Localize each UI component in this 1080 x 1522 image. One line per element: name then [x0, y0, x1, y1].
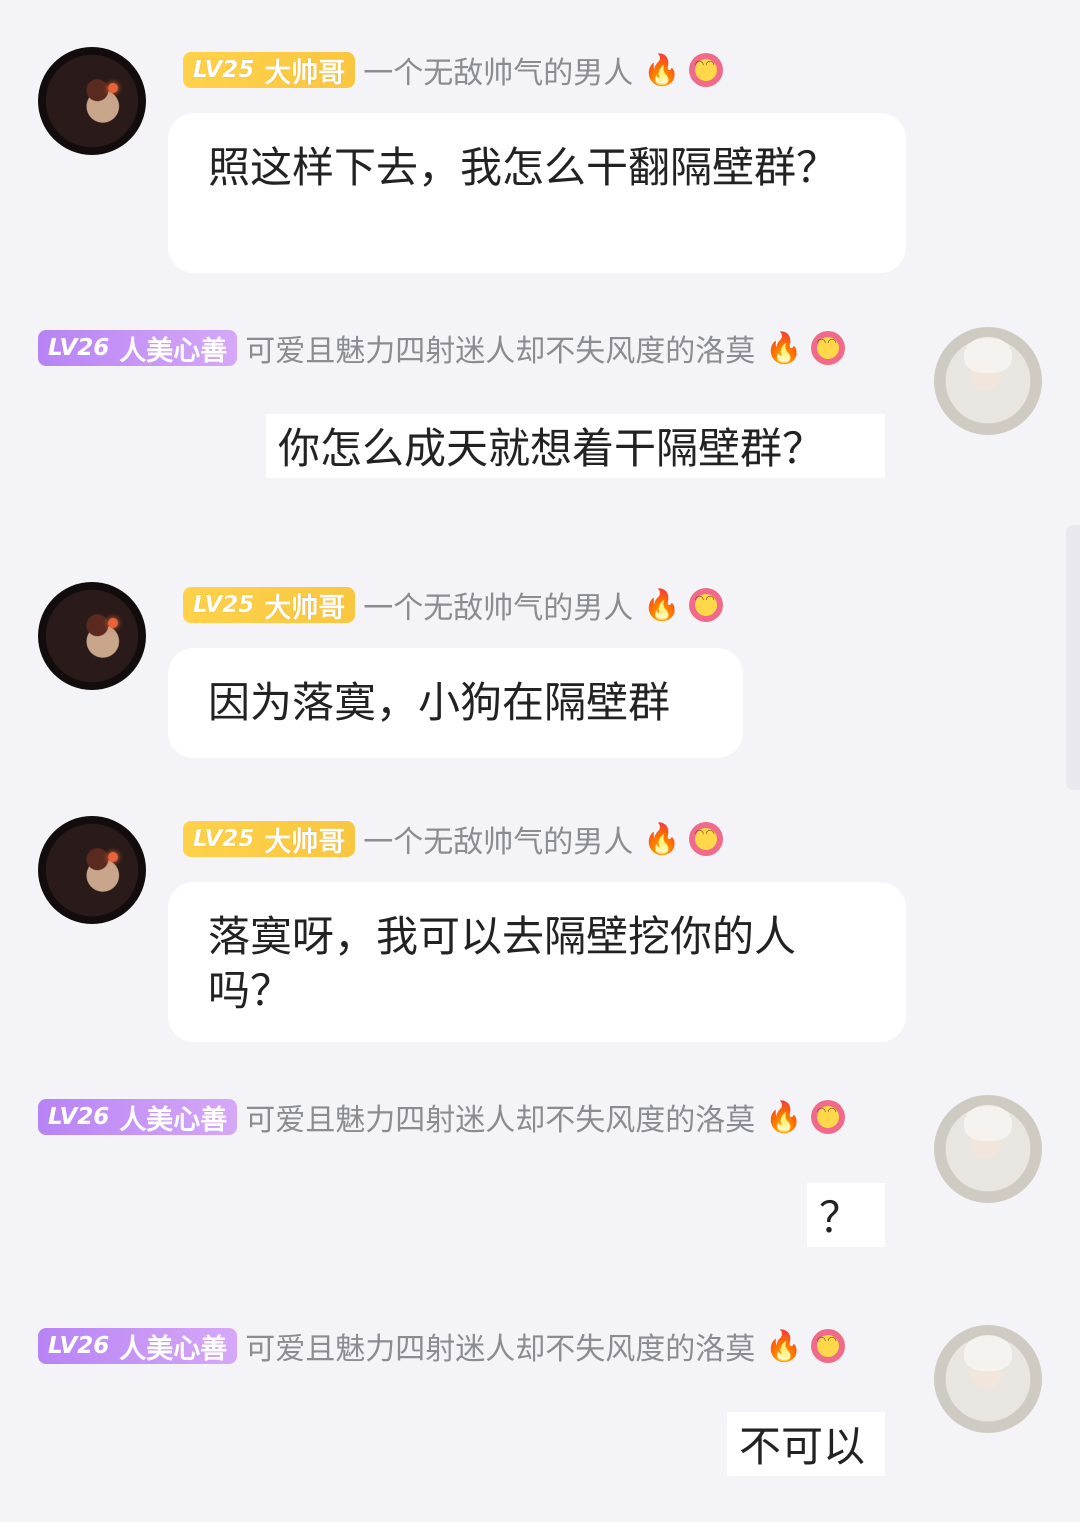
- flower-icon: [688, 53, 723, 87]
- avatar[interactable]: [934, 1095, 1042, 1203]
- avatar[interactable]: [38, 47, 146, 155]
- fire-icon: 🔥: [643, 821, 681, 857]
- message-bubble[interactable]: ？: [807, 1183, 885, 1247]
- sender-meta: LV25 大帅哥 一个无敌帅气的男人 🔥: [183, 583, 723, 627]
- avatar[interactable]: [38, 582, 146, 690]
- fire-icon: 🔥: [765, 330, 803, 366]
- fire-icon: 🔥: [643, 587, 681, 623]
- sender-nickname[interactable]: 可爱且魅力四射迷人却不失风度的洛莫: [245, 326, 755, 370]
- sender-meta: LV25 大帅哥 一个无敌帅气的男人 🔥: [183, 48, 723, 92]
- sender-nickname[interactable]: 一个无敌帅气的男人: [363, 817, 633, 861]
- level-badge: LV25 大帅哥: [183, 821, 356, 858]
- flower-icon: [688, 822, 723, 856]
- flower-icon: [810, 1100, 845, 1134]
- level-badge: LV26 人美心善: [38, 330, 238, 367]
- message-bubble[interactable]: 你怎么成天就想着干隔壁群？: [266, 414, 885, 478]
- sender-nickname[interactable]: 可爱且魅力四射迷人却不失风度的洛莫: [245, 1095, 755, 1139]
- level-badge: LV25 大帅哥: [183, 52, 356, 89]
- fire-icon: 🔥: [643, 52, 681, 88]
- flower-icon: [688, 588, 723, 622]
- level-badge: LV25 大帅哥: [183, 587, 356, 624]
- message-bubble[interactable]: 因为落寞，小狗在隔壁群: [168, 648, 743, 758]
- avatar[interactable]: [934, 1325, 1042, 1433]
- sender-meta: LV26 人美心善 可爱且魅力四射迷人却不失风度的洛莫 🔥: [38, 1324, 845, 1368]
- scrollbar[interactable]: [1066, 525, 1080, 790]
- message-bubble[interactable]: 照这样下去，我怎么干翻隔壁群？: [168, 113, 906, 273]
- avatar[interactable]: [934, 327, 1042, 435]
- sender-nickname[interactable]: 一个无敌帅气的男人: [363, 583, 633, 627]
- sender-meta: LV25 大帅哥 一个无敌帅气的男人 🔥: [183, 817, 723, 861]
- fire-icon: 🔥: [765, 1328, 803, 1364]
- message-bubble[interactable]: 落寞呀，我可以去隔壁挖你的人吗？: [168, 882, 906, 1042]
- sender-meta: LV26 人美心善 可爱且魅力四射迷人却不失风度的洛莫 🔥: [38, 1095, 845, 1139]
- sender-nickname[interactable]: 可爱且魅力四射迷人却不失风度的洛莫: [245, 1324, 755, 1368]
- sender-meta: LV26 人美心善 可爱且魅力四射迷人却不失风度的洛莫 🔥: [38, 326, 845, 370]
- avatar[interactable]: [38, 816, 146, 924]
- flower-icon: [810, 331, 845, 365]
- level-badge: LV26 人美心善: [38, 1328, 238, 1365]
- sender-nickname[interactable]: 一个无敌帅气的男人: [363, 48, 633, 92]
- message-bubble[interactable]: 不可以: [727, 1412, 885, 1476]
- level-badge: LV26 人美心善: [38, 1099, 238, 1136]
- fire-icon: 🔥: [765, 1099, 803, 1135]
- flower-icon: [810, 1329, 845, 1363]
